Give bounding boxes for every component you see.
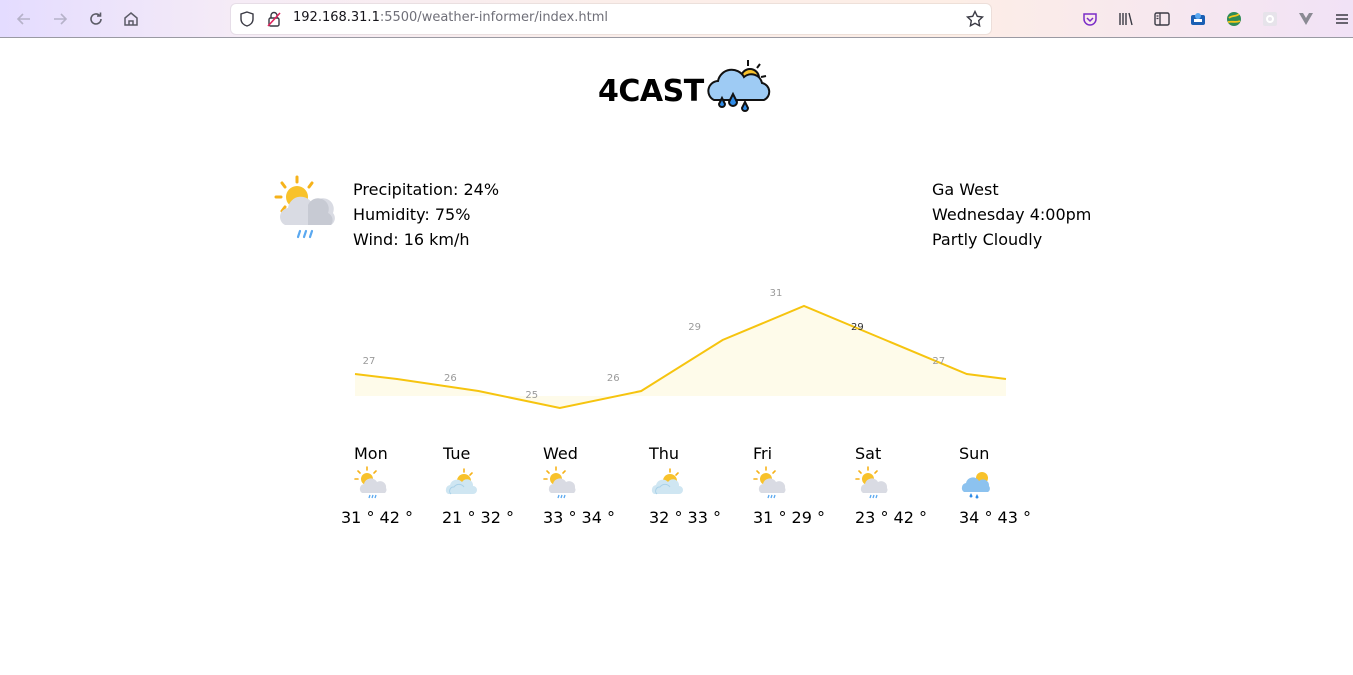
forecast-day-name: Sun bbox=[959, 444, 990, 463]
arrow-left-icon bbox=[16, 13, 30, 25]
chart-series-line bbox=[354, 304, 1007, 410]
sidebar-button[interactable] bbox=[1150, 7, 1174, 31]
forecast-day-name: Wed bbox=[543, 444, 578, 463]
location-info: Ga West Wednesday 4:00pm Partly Cloudly bbox=[932, 177, 1091, 252]
pocket-button[interactable] bbox=[1078, 7, 1102, 31]
home-icon bbox=[124, 12, 138, 26]
wind-text: Wind: 16 km/h bbox=[353, 230, 470, 249]
forecast-day-name: Mon bbox=[354, 444, 388, 463]
chart-data-label: 29 bbox=[851, 322, 864, 333]
back-button[interactable] bbox=[12, 7, 36, 31]
shield-icon bbox=[240, 11, 254, 27]
datetime-text: Wednesday 4:00pm bbox=[932, 205, 1092, 224]
sun-cloud-rain-icon bbox=[274, 175, 335, 239]
hamburger-menu-icon bbox=[1336, 14, 1348, 24]
home-button[interactable] bbox=[119, 7, 143, 31]
app-logo-text: 4CAST bbox=[598, 74, 704, 109]
forecast-temps: 31 ° 29 ° bbox=[753, 508, 825, 527]
insecure-lock-icon[interactable] bbox=[265, 10, 283, 28]
extension-button-2[interactable] bbox=[1222, 7, 1246, 31]
extension-icon bbox=[1191, 13, 1205, 25]
forecast-day-name: Thu bbox=[649, 444, 680, 463]
current-stats: Precipitation: 24% Humidity: 75% Wind: 1… bbox=[353, 177, 499, 252]
url-path: :5500/weather-informer/index.html bbox=[379, 10, 609, 25]
url-text[interactable]: 192.168.31.1:5500/weather-informer/index… bbox=[293, 10, 608, 25]
browser-toolbar: 192.168.31.1:5500/weather-informer/index… bbox=[0, 0, 1353, 38]
forecast-temps: 31 ° 42 ° bbox=[341, 508, 413, 527]
extension-button-3[interactable] bbox=[1258, 7, 1282, 31]
url-host: 192.168.31.1 bbox=[293, 10, 380, 25]
cloud-rain-sun-logo-icon bbox=[707, 60, 771, 112]
sun-cloud-rain-icon bbox=[753, 466, 787, 504]
forward-button[interactable] bbox=[48, 7, 72, 31]
chart-data-label: 26 bbox=[444, 373, 457, 384]
forecast-day-name: Tue bbox=[443, 444, 471, 463]
sun-cloud-rain-icon bbox=[855, 466, 889, 504]
address-bar[interactable]: 192.168.31.1:5500/weather-informer/index… bbox=[231, 4, 991, 34]
extension-button-1[interactable] bbox=[1186, 7, 1210, 31]
chart-data-label: 27 bbox=[932, 356, 945, 367]
gear-extension-icon bbox=[1263, 12, 1277, 26]
sidebar-icon bbox=[1154, 12, 1170, 26]
chart-data-label: 29 bbox=[688, 322, 701, 333]
chart-data-label: 27 bbox=[363, 356, 376, 367]
humidity-text: Humidity: 75% bbox=[353, 205, 471, 224]
reload-button[interactable] bbox=[84, 7, 108, 31]
arrow-right-icon bbox=[54, 13, 68, 25]
sun-cloud-rain-icon bbox=[354, 466, 388, 504]
condition-text: Partly Cloudly bbox=[932, 230, 1043, 249]
rain-cloud-icon bbox=[959, 466, 993, 504]
forecast-day-name: Fri bbox=[753, 444, 773, 463]
bookmark-star-icon[interactable] bbox=[965, 9, 985, 29]
chart-data-label: 26 bbox=[607, 373, 620, 384]
forecast-temps: 34 ° 43 ° bbox=[959, 508, 1031, 527]
chart-data-label: 31 bbox=[770, 288, 783, 299]
sun-behind-cloud-icon bbox=[443, 466, 477, 504]
chart-data-label: 25 bbox=[525, 390, 538, 401]
reload-icon bbox=[90, 12, 102, 25]
sun-cloud-rain-icon bbox=[543, 466, 577, 504]
vue-devtools-icon bbox=[1299, 13, 1313, 25]
library-icon bbox=[1119, 12, 1133, 26]
forecast-temps: 32 ° 33 ° bbox=[649, 508, 721, 527]
forecast-temps: 21 ° 32 ° bbox=[442, 508, 514, 527]
location-text: Ga West bbox=[932, 180, 999, 199]
forecast-day-name: Sat bbox=[855, 444, 882, 463]
globe-extension-icon bbox=[1227, 12, 1241, 26]
extension-button-4[interactable] bbox=[1294, 7, 1318, 31]
pocket-icon bbox=[1083, 13, 1097, 26]
library-button[interactable] bbox=[1114, 7, 1138, 31]
chart-area-fill bbox=[355, 306, 1006, 408]
forecast-temps: 33 ° 34 ° bbox=[543, 508, 615, 527]
precipitation-text: Precipitation: 24% bbox=[353, 180, 500, 199]
sun-behind-cloud-icon bbox=[649, 466, 683, 504]
forecast-temps: 23 ° 42 ° bbox=[855, 508, 927, 527]
menu-button[interactable] bbox=[1330, 7, 1353, 31]
